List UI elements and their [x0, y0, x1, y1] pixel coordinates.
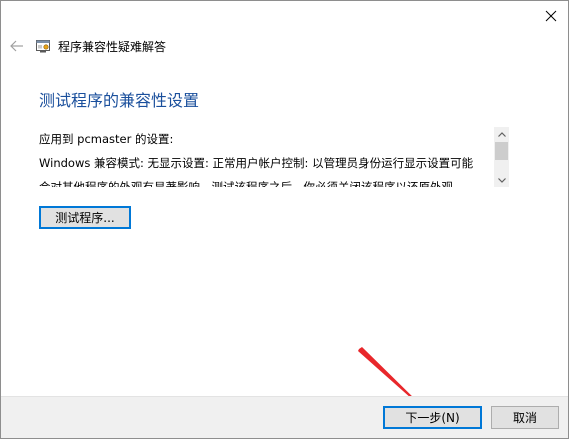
scroll-thumb[interactable]	[495, 142, 508, 160]
page-heading: 测试程序的兼容性设置	[39, 91, 200, 110]
back-button[interactable]	[7, 36, 27, 56]
vertical-scrollbar[interactable]	[494, 127, 509, 187]
test-program-button[interactable]: 测试程序...	[39, 206, 131, 229]
settings-text-box[interactable]: 应用到 pcmaster 的设置: Windows 兼容模式: 无显示设置: 正…	[39, 127, 509, 187]
back-arrow-icon	[10, 40, 23, 52]
cancel-button[interactable]: 取消	[491, 406, 559, 429]
scroll-up-icon	[497, 131, 506, 137]
settings-line-mode: Windows 兼容模式: 无显示设置: 正常用户帐户控制: 以管理员身份运行显…	[39, 156, 474, 170]
next-button[interactable]: 下一步(N)	[383, 406, 482, 429]
scroll-up-button[interactable]	[494, 127, 509, 141]
close-button[interactable]	[534, 1, 568, 31]
settings-line-applied-to: 应用到 pcmaster 的设置:	[39, 132, 174, 146]
scroll-down-icon	[497, 177, 506, 183]
close-icon	[545, 10, 557, 22]
settings-text: 应用到 pcmaster 的设置: Windows 兼容模式: 无显示设置: 正…	[39, 127, 493, 187]
title-nav-row: 程序兼容性疑难解答	[7, 35, 166, 57]
window-title: 程序兼容性疑难解答	[58, 39, 167, 54]
troubleshooter-window: 程序兼容性疑难解答 测试程序的兼容性设置 应用到 pcmaster 的设置: W…	[0, 0, 569, 439]
compatibility-troubleshooter-icon	[35, 38, 51, 54]
settings-line-note: 会对其他程序的外观有显著影响。测试该程序之后，你必须关闭该程序以还原外观	[39, 180, 453, 187]
scroll-down-button[interactable]	[494, 173, 509, 187]
dialog-footer: 下一步(N) 取消	[1, 396, 568, 438]
